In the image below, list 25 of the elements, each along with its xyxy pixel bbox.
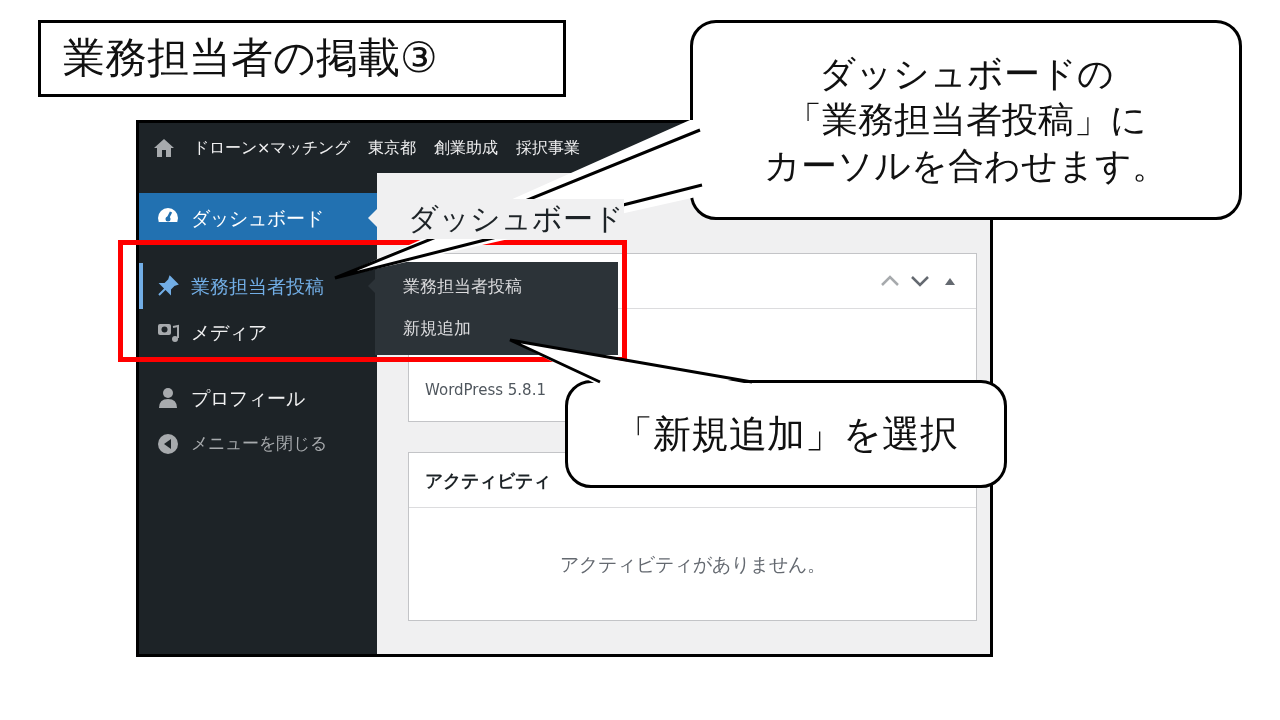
person-icon [157, 387, 179, 409]
camera-music-icon [157, 321, 179, 343]
admin-bar-link[interactable]: ドローン×マッチング [193, 136, 351, 160]
sidebar-menu-item[interactable]: プロフィール [139, 375, 377, 421]
slide-title: 業務担当者の掲載③ [38, 20, 566, 97]
pin-icon [157, 275, 179, 297]
admin-bar-link[interactable]: 創業助成 [434, 136, 499, 160]
admin-bar-link[interactable]: 採択事業 [516, 136, 581, 160]
page-heading: ダッシュボード [408, 199, 624, 239]
sidebar-menu-item[interactable]: メディア [139, 309, 377, 355]
callout-text: 「新規追加」を選択 [614, 410, 958, 458]
chevron-down-icon[interactable] [910, 275, 930, 287]
admin-bar-link[interactable]: 東京都 [368, 136, 417, 160]
submenu-item[interactable]: 業務担当者投稿 [403, 272, 618, 314]
collapse-menu-item[interactable]: メニューを閉じる [139, 421, 377, 467]
empty-message: アクティビティがありません。 [559, 551, 826, 577]
left-arrow-circle-icon [157, 433, 179, 455]
sidebar-menu-item[interactable]: ダッシュボード [139, 193, 377, 243]
dashboard-gauge-icon [157, 207, 179, 229]
version-text: WordPress 5.8.1 [425, 379, 546, 401]
panel-title: アクティビティ [425, 468, 552, 493]
triangle-pointer-icon [368, 209, 377, 227]
callout-text: ダッシュボードの 「業務担当者投稿」に カーソルを合わせます。 [764, 52, 1168, 188]
submenu-item[interactable]: 新規追加 [403, 314, 618, 356]
home-icon[interactable] [153, 138, 175, 158]
